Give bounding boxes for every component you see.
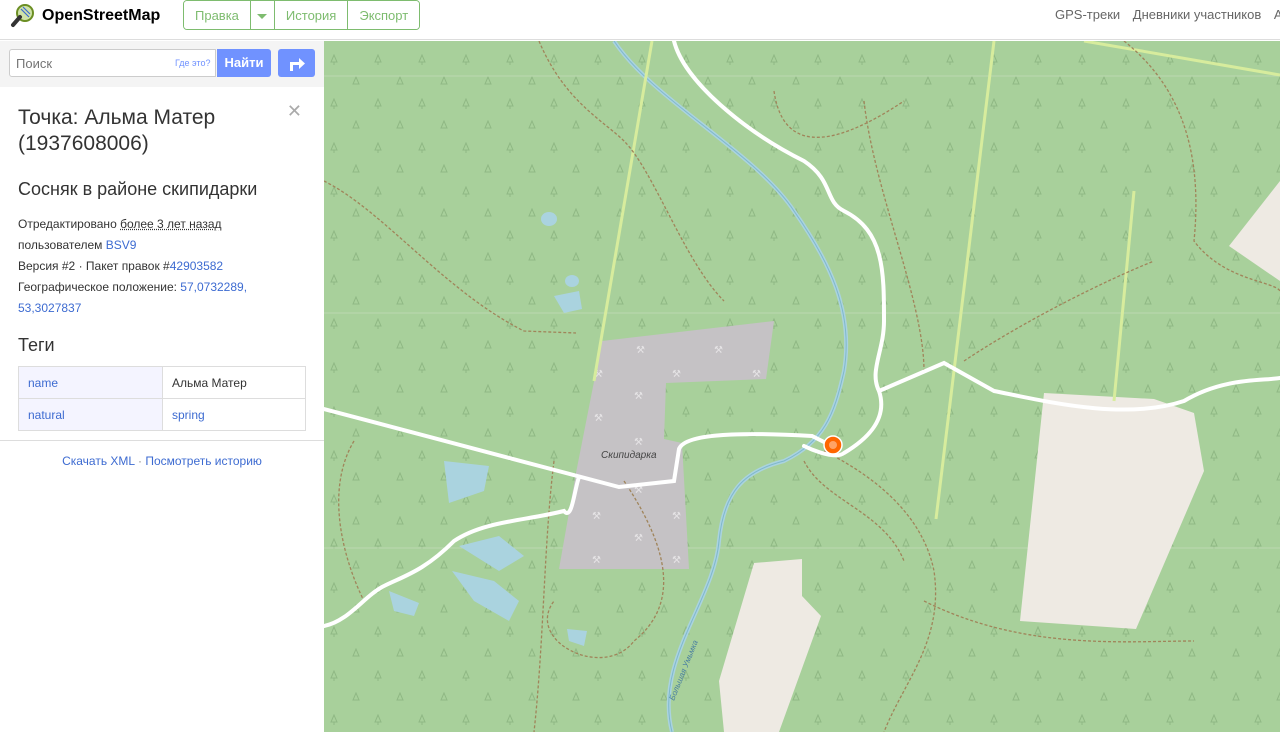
close-icon[interactable]: ✕ [287,101,302,122]
svg-text:⚒: ⚒ [714,345,723,356]
right-nav: GPS-треки Дневники участников Ав [1055,7,1280,22]
feature-panel: ✕ Точка: Альма Матер (1937608006) Сосняк… [0,87,324,431]
svg-text:⚒: ⚒ [592,511,601,522]
tag-value: Альма Матер [162,366,306,399]
history-button[interactable]: История [274,1,349,29]
logo-text: OpenStreetMap [42,7,161,24]
sidebar: Где это? Найти ✕ Точка: Альма Матер (193… [0,41,324,732]
nav-gps-traces[interactable]: GPS-треки [1055,7,1120,22]
find-button[interactable]: Найти [217,49,271,77]
place-label: Скипидарка [601,450,657,461]
tag-value[interactable]: spring [162,398,306,431]
logo[interactable]: OpenStreetMap [10,2,160,30]
where-is-this-link[interactable]: Где это? [175,58,210,68]
svg-text:⚒: ⚒ [672,555,681,566]
search-bar: Где это? Найти [0,41,324,87]
table-row: name Альма Матер [18,366,306,399]
svg-text:⚒: ⚒ [634,437,643,448]
version-text: Версия #2 · Пакет правок # [18,259,170,273]
directions-button[interactable] [278,49,315,77]
tags-table: name Альма Матер natural spring [18,366,306,431]
svg-text:⚒: ⚒ [636,345,645,356]
edit-dropdown-button[interactable] [250,1,275,29]
feature-meta: Отредактировано более 3 лет назад пользо… [18,214,306,319]
svg-text:⚒: ⚒ [592,555,601,566]
feature-footer-links: Скачать XML · Посмотреть историю [0,440,324,468]
download-xml-link[interactable]: Скачать XML [62,454,135,468]
tag-key[interactable]: name [18,366,163,399]
osm-logo-icon [11,4,34,27]
nav-authors[interactable]: Ав [1274,7,1280,22]
edited-prefix: Отредактировано [18,217,121,231]
feature-subtitle: Сосняк в районе скипидарки [18,179,258,199]
chevron-down-icon [257,14,268,20]
svg-text:⚒: ⚒ [634,391,643,402]
user-link[interactable]: BSV9 [106,238,137,252]
edit-button[interactable]: Правка [184,1,251,29]
selected-feature-marker[interactable] [823,435,843,455]
tag-key[interactable]: natural [18,398,163,431]
export-button[interactable]: Экспорт [348,1,420,29]
changeset-link[interactable]: 42903582 [170,259,223,273]
separator: · [134,454,146,468]
map[interactable]: ⚒ ⚒ ⚒ ⚒ ⚒ ⚒ ⚒ ⚒ ⚒ ⚒ ⚒ ⚒ ⚒ ⚒ Скипидарка Б… [324,41,1280,732]
svg-text:⚒: ⚒ [672,511,681,522]
edit-button-group: Правка История Экспорт [183,0,421,30]
location-prefix: Географическое положение: [18,280,181,294]
edited-time: более 3 лет назад [120,217,222,231]
map-canvas[interactable]: ⚒ ⚒⚒ ⚒ ⚒⚒⚒⚒ ⚒⚒⚒⚒ ⚒ ⚒ Скипидарка Большая … [324,41,1280,732]
svg-text:⚒: ⚒ [752,369,761,380]
table-row: natural spring [18,398,306,431]
nav-user-diaries[interactable]: Дневники участников [1133,7,1262,22]
tags-heading: Теги [18,335,55,355]
header: OpenStreetMap Правка История Экспорт GPS… [0,0,1280,40]
directions-icon [289,58,305,71]
feature-title: Точка: Альма Матер (1937608006) [18,106,216,155]
view-history-link[interactable]: Посмотреть историю [145,454,262,468]
svg-text:⚒: ⚒ [594,413,603,424]
user-prefix: пользователем [18,238,106,252]
svg-text:⚒: ⚒ [634,533,643,544]
svg-text:⚒: ⚒ [672,369,681,380]
